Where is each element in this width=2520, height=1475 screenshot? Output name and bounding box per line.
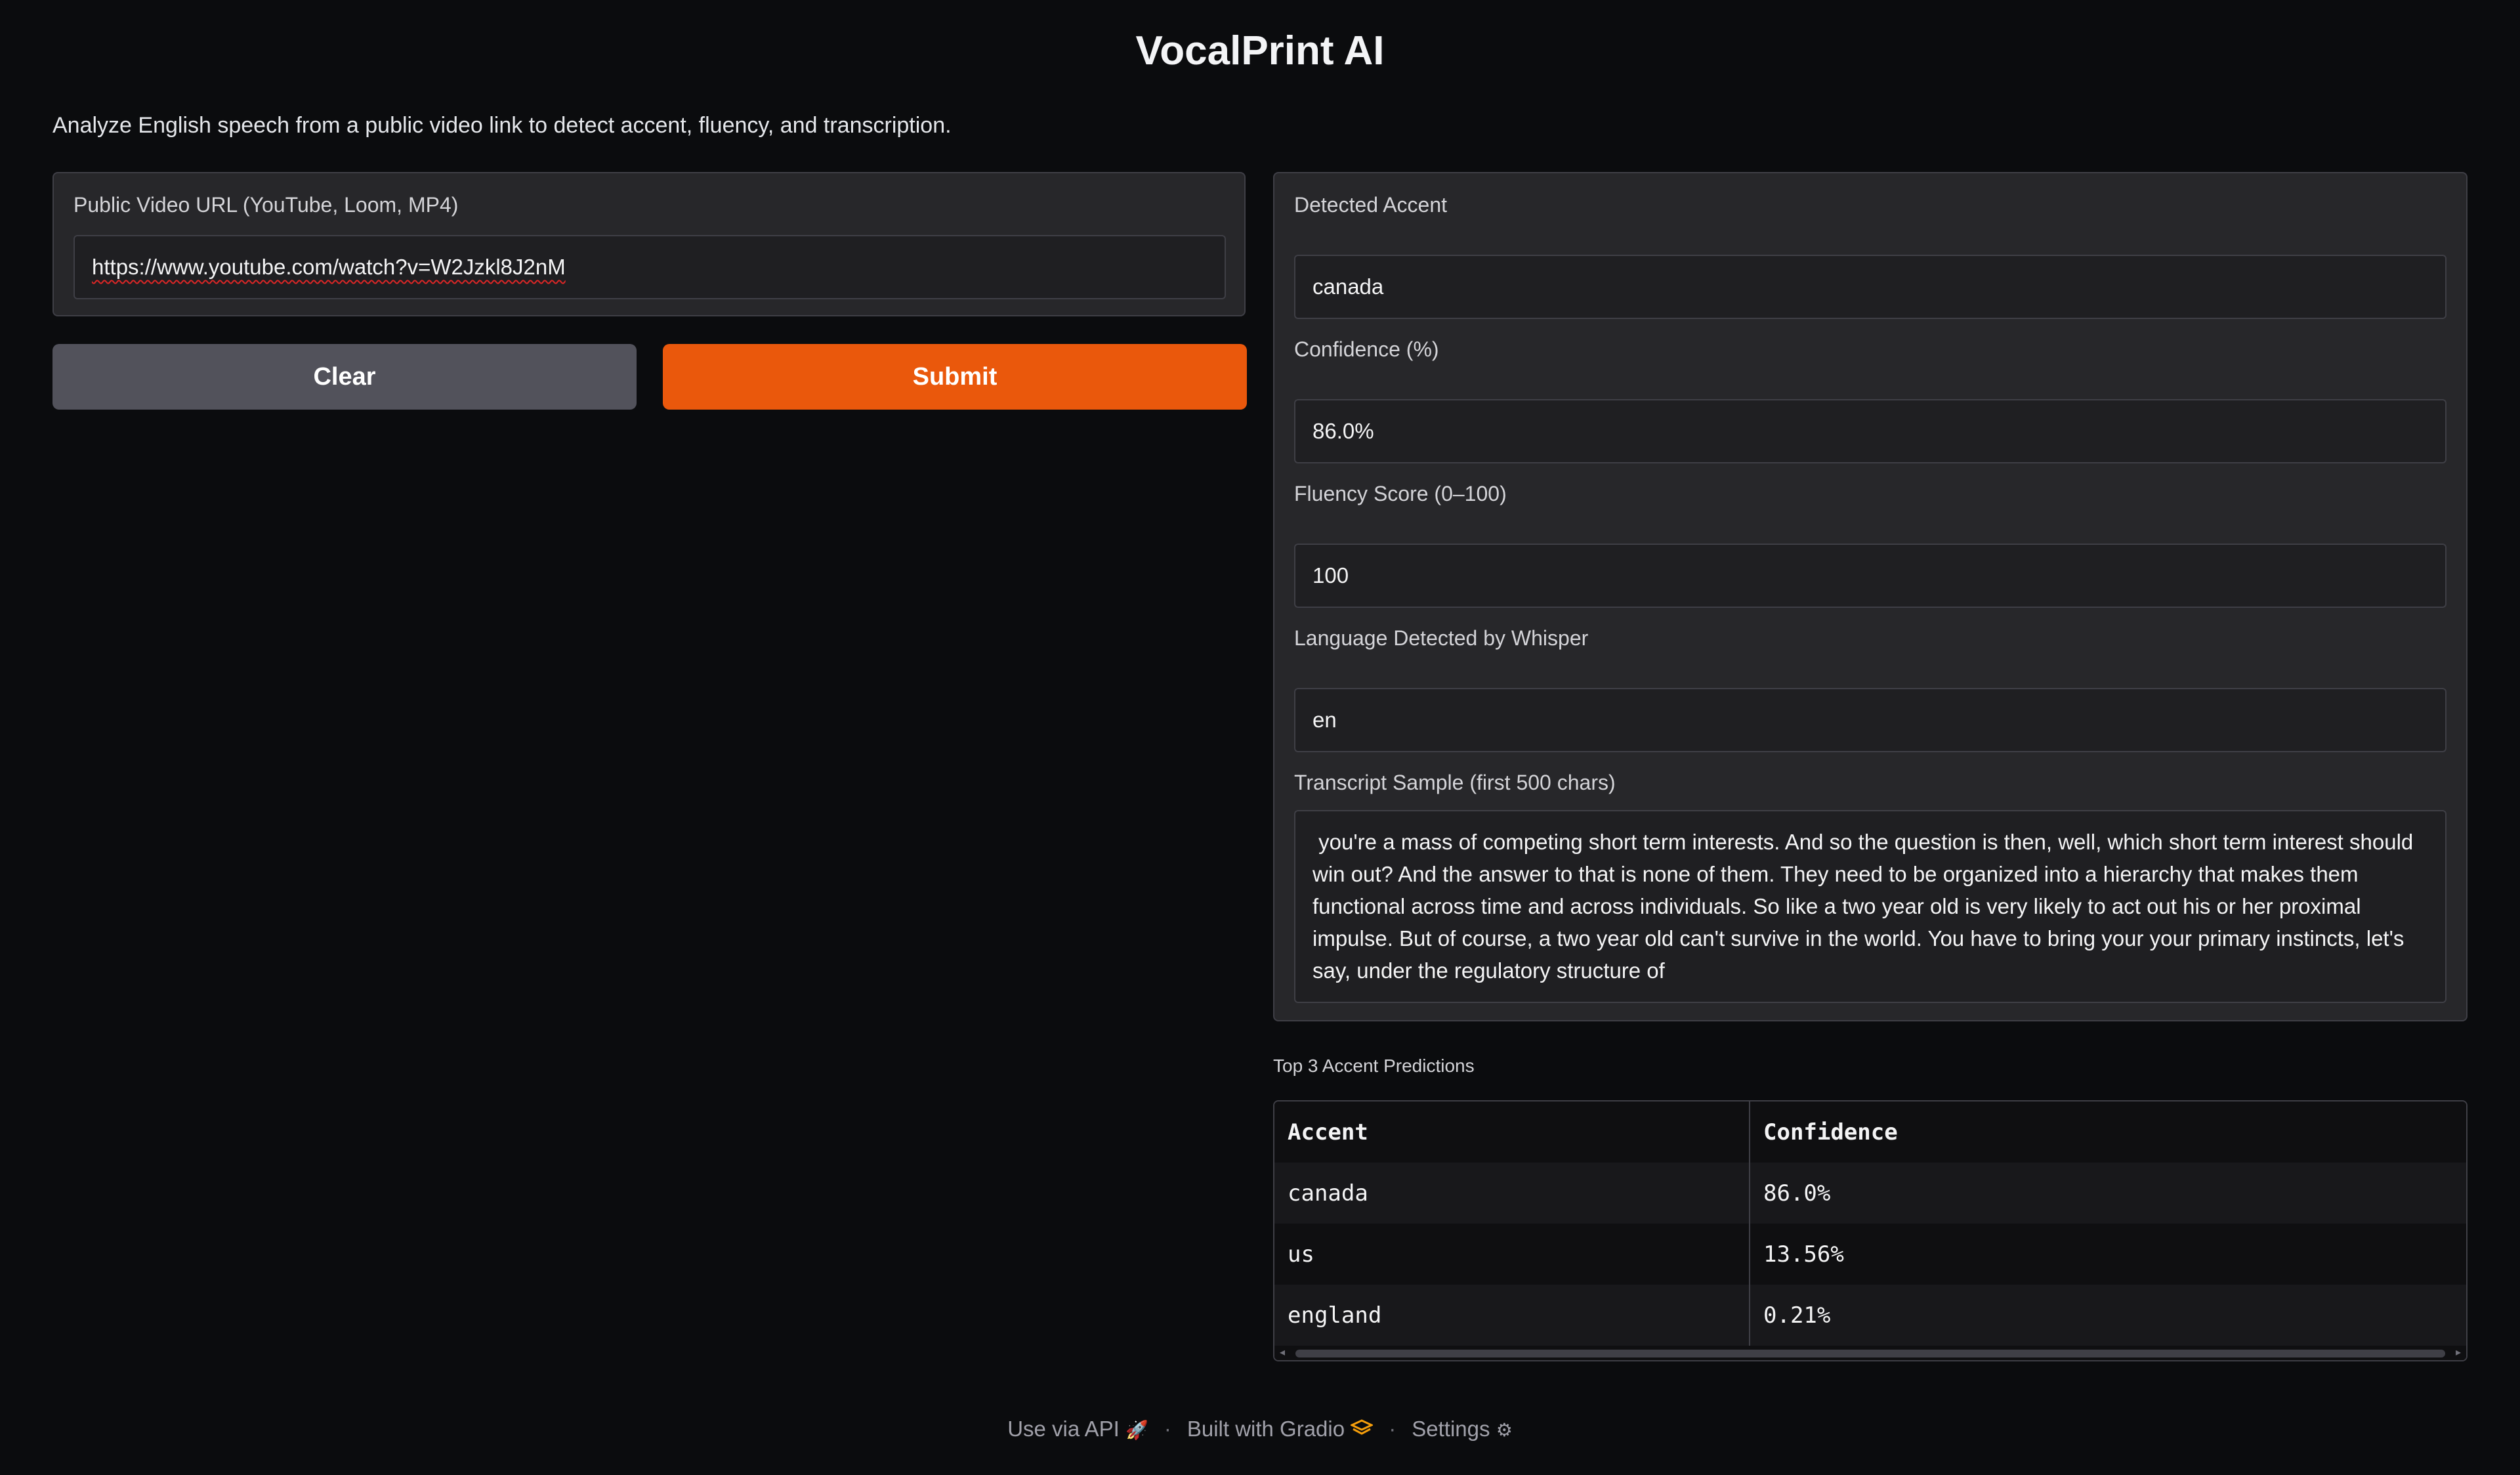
detected-accent-value[interactable]: canada (1294, 255, 2446, 319)
language-value[interactable]: en (1294, 688, 2446, 752)
rocket-icon: 🚀 (1125, 1420, 1148, 1440)
gradio-logo-icon (1349, 1419, 1374, 1440)
page-description: Analyze English speech from a public vid… (52, 113, 952, 138)
table-row: england 0.21% (1274, 1285, 2466, 1346)
confidence-label: Confidence (%) (1294, 337, 1439, 361)
url-input-block: Public Video URL (YouTube, Loom, MP4) ht… (52, 172, 1246, 316)
use-via-api-label: Use via API (1007, 1417, 1120, 1441)
confidence-value[interactable]: 86.0% (1294, 399, 2446, 463)
url-input-value: https://www.youtube.com/watch?v=W2Jzkl8J… (92, 255, 566, 279)
transcript-label: Transcript Sample (first 500 chars) (1294, 771, 1616, 794)
table-cell[interactable]: us (1274, 1224, 1750, 1285)
results-panel: Detected Accent canada Confidence (%) 86… (1273, 172, 2468, 1021)
use-via-api-link[interactable]: Use via API 🚀 (1007, 1417, 1148, 1442)
column-header-confidence[interactable]: Confidence (1750, 1101, 2466, 1163)
footer: Use via API 🚀 · Built with Gradio · Sett… (0, 1417, 2520, 1442)
built-with-gradio-link[interactable]: Built with Gradio (1186, 1417, 1374, 1442)
table-cell[interactable]: 0.21% (1750, 1285, 2466, 1346)
table-header-row: Accent Confidence (1274, 1101, 2466, 1163)
horizontal-scrollbar[interactable]: ◂ ▸ (1274, 1346, 2466, 1360)
predictions-table: Accent Confidence canada 86.0% us 13.56%… (1273, 1100, 2468, 1361)
fluency-score-value[interactable]: 100 (1294, 544, 2446, 608)
predictions-table-label: Top 3 Accent Predictions (1273, 1056, 1475, 1076)
table-row: canada 86.0% (1274, 1163, 2466, 1224)
table-cell[interactable]: 86.0% (1750, 1163, 2466, 1224)
column-header-accent[interactable]: Accent (1274, 1101, 1750, 1163)
page: VocalPrint AI Analyze English speech fro… (0, 0, 2520, 1475)
table-cell[interactable]: england (1274, 1285, 1750, 1346)
url-input-label: Public Video URL (YouTube, Loom, MP4) (74, 193, 459, 217)
url-input[interactable]: https://www.youtube.com/watch?v=W2Jzkl8J… (74, 235, 1226, 299)
footer-separator: · (1389, 1417, 1396, 1441)
scroll-right-icon[interactable]: ▸ (2456, 1346, 2461, 1360)
footer-separator: · (1164, 1417, 1171, 1441)
language-label: Language Detected by Whisper (1294, 626, 1589, 650)
settings-link[interactable]: Settings ⚙ (1412, 1417, 1513, 1442)
clear-button[interactable]: Clear (52, 344, 637, 410)
scrollbar-thumb[interactable] (1295, 1350, 2445, 1357)
detected-accent-label: Detected Accent (1294, 193, 1448, 217)
table-cell[interactable]: canada (1274, 1163, 1750, 1224)
fluency-score-label: Fluency Score (0–100) (1294, 482, 1507, 505)
gear-icon: ⚙ (1496, 1420, 1513, 1440)
page-title: VocalPrint AI (1135, 28, 1385, 74)
settings-label: Settings (1412, 1417, 1490, 1441)
table-row: us 13.56% (1274, 1224, 2466, 1285)
transcript-textarea[interactable]: you're a mass of competing short term in… (1294, 810, 2446, 1003)
scroll-left-icon[interactable]: ◂ (1280, 1346, 1285, 1360)
submit-button[interactable]: Submit (663, 344, 1247, 410)
table-cell[interactable]: 13.56% (1750, 1224, 2466, 1285)
built-with-gradio-label: Built with Gradio (1186, 1417, 1345, 1441)
